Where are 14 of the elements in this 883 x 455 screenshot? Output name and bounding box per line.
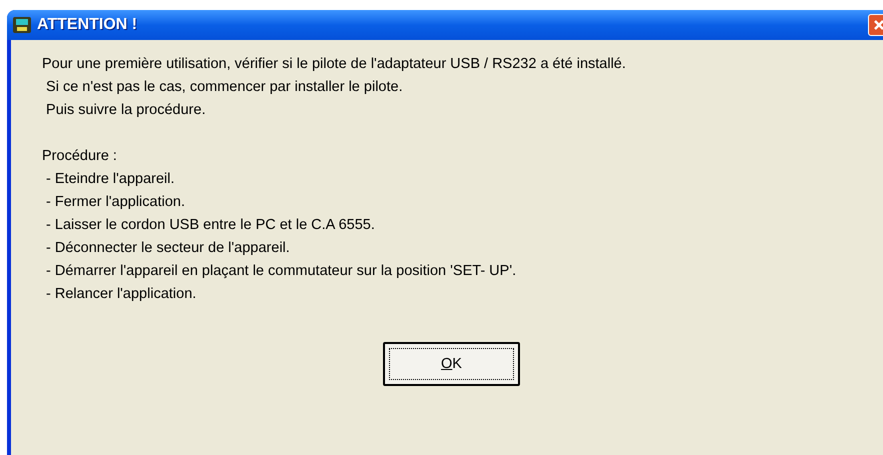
procedure-step: - Fermer l'application. [42, 191, 185, 214]
window-title: ATTENTION ! [37, 15, 138, 35]
procedure-heading: Procédure : [42, 147, 117, 166]
procedure-step: - Laisser le cordon USB entre le PC et le C.A 6555. [42, 214, 375, 237]
procedure-step: - Démarrer l'appareil en plaçant le commutateur sur la position 'SET- UP'. [42, 260, 516, 283]
message-line: Si ce n'est pas le cas, commencer par installer le pilote. [45, 78, 403, 97]
message-line: Pour une première utilisation, vérifier si le pilote de l'adaptateur USB / RS232 a été installé. [42, 55, 626, 74]
device-icon [13, 17, 31, 33]
ok-button[interactable]: OK [383, 342, 520, 386]
procedure-step: - Déconnecter le secteur de l'appareil. [42, 237, 290, 260]
procedure-step: - Eteindre l'appareil. [42, 168, 175, 191]
procedure-step: - Relancer l'application. [42, 283, 196, 306]
close-icon [873, 19, 883, 31]
message-line: Puis suivre la procédure. [45, 101, 206, 120]
